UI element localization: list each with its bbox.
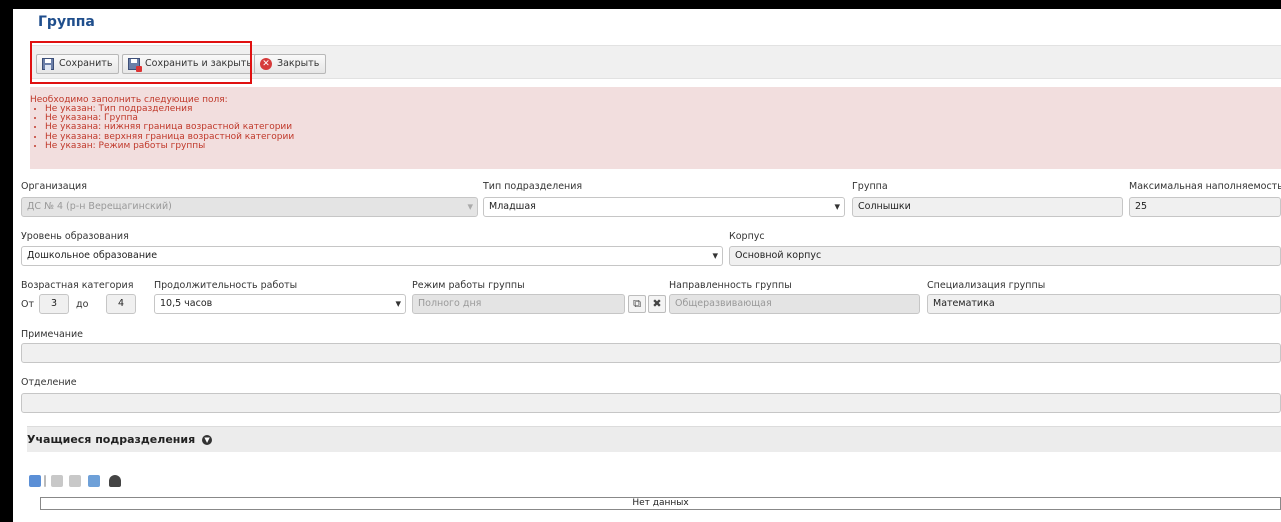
- direction-label: Направленность группы: [669, 280, 792, 291]
- building-label: Корпус: [729, 231, 765, 242]
- note-input[interactable]: [21, 343, 1281, 363]
- direction-input[interactable]: Общеразвивающая: [669, 294, 920, 314]
- age-to-label: до: [76, 299, 89, 310]
- building-input[interactable]: Основной корпус: [729, 246, 1281, 266]
- max-capacity-input[interactable]: 25: [1129, 197, 1281, 217]
- work-mode-input[interactable]: Полного дня: [412, 294, 625, 314]
- note-label: Примечание: [21, 329, 84, 340]
- department-input[interactable]: [21, 393, 1281, 413]
- unit-type-select[interactable]: Младшая: [483, 197, 845, 217]
- education-level-select[interactable]: Дошкольное образование: [21, 246, 723, 266]
- specialization-label: Специализация группы: [927, 280, 1046, 291]
- students-section-title: Учащиеся подразделения: [27, 433, 196, 446]
- close-icon: ✕: [260, 58, 272, 70]
- students-empty-row: Нет данных: [40, 497, 1281, 510]
- duration-select[interactable]: 10,5 часов: [154, 294, 406, 314]
- validation-item: Не указан: Режим работы группы: [45, 141, 1281, 151]
- max-capacity-label: Максимальная наполняемость: [1129, 181, 1281, 192]
- validation-item: Не указан: Тип подразделения: [45, 104, 1281, 114]
- validation-list: Не указан: Тип подразделения Не указана:…: [30, 104, 1281, 151]
- work-mode-label: Режим работы группы: [412, 280, 525, 291]
- education-level-label: Уровень образования: [21, 231, 129, 242]
- department-label: Отделение: [21, 377, 77, 388]
- specialization-input[interactable]: Математика: [927, 294, 1281, 314]
- validation-header: Необходимо заполнить следующие поля:: [30, 95, 228, 105]
- x-icon[interactable]: ✖: [648, 295, 666, 313]
- group-input[interactable]: Солнышки: [852, 197, 1123, 217]
- duration-label: Продолжительность работы: [154, 280, 298, 291]
- organization-label: Организация: [21, 181, 87, 192]
- unit-type-label: Тип подразделения: [483, 181, 583, 192]
- page-title: Группа: [38, 14, 95, 30]
- group-label: Группа: [852, 181, 888, 192]
- age-from-input[interactable]: 3: [39, 294, 69, 314]
- user-icon[interactable]: [109, 475, 121, 487]
- filter-icon[interactable]: [69, 475, 81, 487]
- export-icon[interactable]: [88, 475, 100, 487]
- edit-icon[interactable]: [51, 475, 63, 487]
- close-button[interactable]: ✕ Закрыть: [254, 54, 327, 74]
- close-button-label: Закрыть: [277, 58, 320, 69]
- refresh-icon[interactable]: [29, 475, 41, 487]
- chevron-circle-down-icon[interactable]: ▼: [202, 435, 213, 445]
- age-to-input[interactable]: 4: [106, 294, 136, 314]
- external-link-icon[interactable]: ⧉: [628, 295, 646, 313]
- validation-errors: Необходимо заполнить следующие поля: Не …: [30, 87, 1281, 169]
- validation-item: Не указана: верхняя граница возрастной к…: [45, 132, 1281, 142]
- students-section-header[interactable]: Учащиеся подразделения ▼: [27, 426, 1281, 452]
- age-category-label: Возрастная категория: [21, 280, 134, 291]
- separator: [44, 475, 46, 487]
- highlight-box: [30, 41, 252, 84]
- group-form-window: Группа Сохранить Сохранить и закрыть ✕ З…: [13, 9, 1281, 522]
- organization-select[interactable]: ДС № 4 (р-н Верещагинский): [21, 197, 478, 217]
- age-from-label: От: [21, 299, 35, 310]
